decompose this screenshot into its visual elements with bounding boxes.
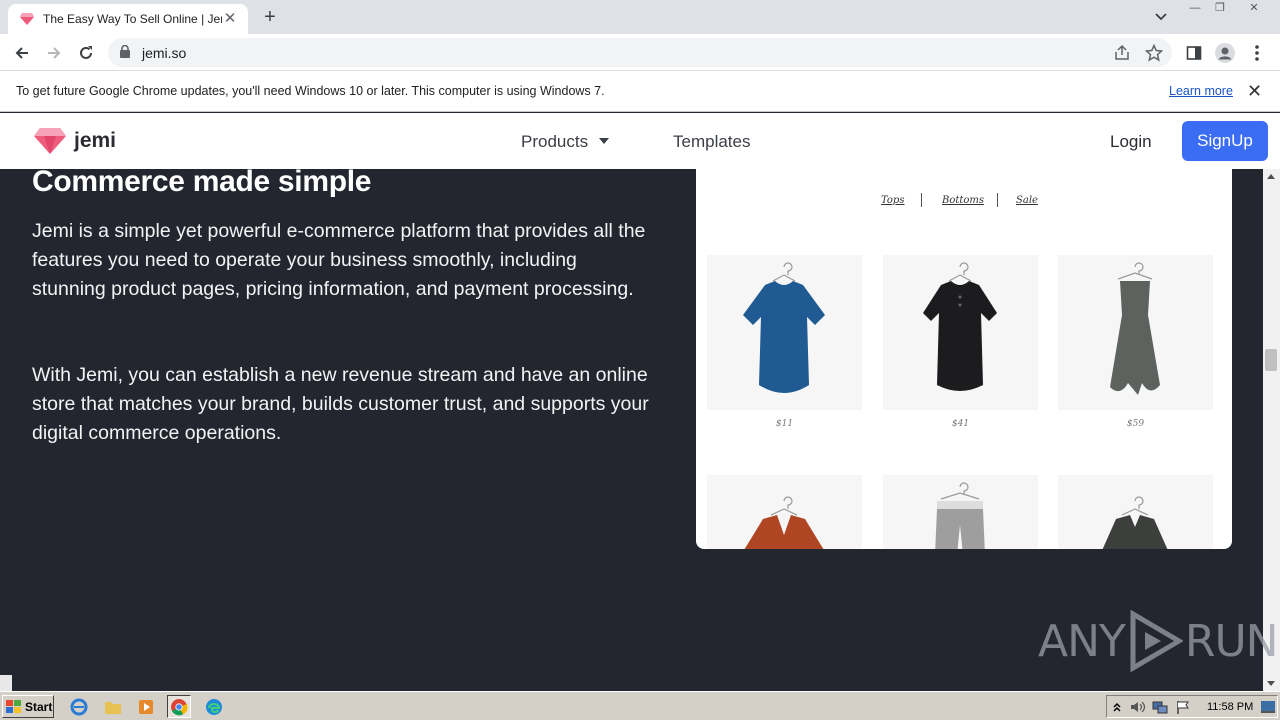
- login-link[interactable]: Login: [1110, 132, 1152, 152]
- hero-heading: Commerce made simple: [32, 165, 372, 198]
- back-button[interactable]: [9, 40, 35, 66]
- volume-icon[interactable]: [1130, 700, 1146, 714]
- dark-jacket-icon: [1102, 496, 1168, 549]
- window-close-button[interactable]: ✕: [1242, 0, 1266, 18]
- taskbar-chrome[interactable]: [167, 695, 191, 718]
- maximize-button[interactable]: ❐: [1208, 0, 1232, 18]
- taskbar-explorer[interactable]: [101, 695, 125, 718]
- product-card-grey-pants: [883, 475, 1038, 549]
- page-corner-fragment: [0, 675, 12, 691]
- product-card-dark-jacket: [1058, 475, 1213, 549]
- forward-button[interactable]: [41, 40, 67, 66]
- scroll-down-arrow-icon[interactable]: [1267, 681, 1275, 686]
- jemi-logo-text[interactable]: jemi: [74, 129, 116, 153]
- products-caret-icon[interactable]: [599, 138, 609, 144]
- reload-icon: [80, 46, 92, 59]
- hero-paragraph-2: With Jemi, you can establish a new reven…: [32, 364, 649, 444]
- store-preview-image: Tops Bottoms Sale $11 $41 $59: [696, 169, 1232, 549]
- infobar-close-icon[interactable]: ✕: [1247, 81, 1262, 101]
- watermark-text-right: RUN: [1184, 615, 1279, 667]
- preview-nav-sale: Sale: [1016, 195, 1038, 206]
- chrome-icon: [171, 698, 188, 715]
- url-text: jemi.so: [142, 45, 187, 61]
- windows-logo-icon: [6, 699, 21, 713]
- network-icon[interactable]: [1152, 700, 1168, 714]
- share-icon[interactable]: [1113, 44, 1131, 62]
- watermark-text-left: ANY: [1038, 615, 1126, 667]
- new-tab-button[interactable]: +: [258, 6, 282, 30]
- product-price: $41: [951, 419, 970, 429]
- preview-nav-divider: [997, 193, 998, 207]
- jemi-favicon-icon: [20, 13, 34, 25]
- edge-icon: [206, 698, 222, 715]
- forward-arrow-icon: [48, 47, 61, 59]
- back-arrow-icon: [15, 47, 28, 59]
- system-tray: 11:58 PM: [1106, 695, 1278, 718]
- nav-templates[interactable]: Templates: [673, 132, 750, 152]
- rust-blouse-icon: [744, 496, 824, 549]
- scrollbar-thumb[interactable]: [1265, 349, 1277, 371]
- infobar-message: To get future Google Chrome updates, you…: [16, 84, 605, 98]
- tab-title: The Easy Way To Sell Online | Jemi: [43, 12, 222, 26]
- bookmark-star-icon[interactable]: [1145, 44, 1163, 62]
- kebab-menu-icon: [1255, 45, 1259, 61]
- side-panel-button[interactable]: [1183, 42, 1205, 64]
- site-header: jemi Products Templates Login SignUp: [0, 113, 1280, 169]
- hero-paragraph-1: Jemi is a simple yet powerful e-commerce…: [32, 220, 646, 300]
- scroll-up-arrow-icon[interactable]: [1267, 174, 1275, 179]
- taskbar-edge[interactable]: [202, 695, 226, 718]
- taskbar-ie[interactable]: [67, 695, 91, 718]
- grey-dress-icon: [1110, 262, 1160, 395]
- product-card-black-top: [883, 255, 1038, 410]
- product-price: $11: [775, 419, 794, 429]
- play-triangle-icon: [1130, 610, 1183, 672]
- jemi-logo-gem-icon[interactable]: [34, 128, 66, 154]
- black-blouse-icon: [923, 262, 997, 391]
- nav-products[interactable]: Products: [521, 132, 588, 152]
- side-panel-icon: [1186, 46, 1202, 60]
- tray-expand-icon[interactable]: [1112, 700, 1122, 714]
- profile-avatar-icon: [1215, 43, 1235, 63]
- product-price: $59: [1126, 419, 1145, 429]
- tab-strip: The Easy Way To Sell Online | Jemi ✕ + —…: [0, 0, 1280, 34]
- taskbar-clock[interactable]: 11:58 PM: [1207, 701, 1253, 713]
- start-label: Start: [25, 699, 53, 714]
- learn-more-link[interactable]: Learn more: [1169, 84, 1233, 98]
- menu-button[interactable]: [1246, 42, 1268, 64]
- tab-search-chevron-icon[interactable]: [1151, 8, 1171, 26]
- taskbar-media[interactable]: [134, 695, 158, 718]
- start-button[interactable]: Start: [2, 695, 54, 718]
- signup-button[interactable]: SignUp: [1182, 121, 1268, 161]
- grey-trousers-icon: [935, 482, 985, 549]
- windows-taskbar: Start 11:58 PM: [0, 691, 1280, 720]
- preview-nav-divider: [921, 193, 922, 207]
- profile-button[interactable]: [1214, 42, 1236, 64]
- minimize-button[interactable]: —: [1183, 0, 1207, 18]
- media-player-icon: [139, 699, 153, 714]
- preview-nav-bottoms: Bottoms: [942, 195, 985, 206]
- preview-nav-tops: Tops: [881, 195, 905, 206]
- browser-tab[interactable]: The Easy Way To Sell Online | Jemi ✕: [8, 4, 248, 34]
- show-desktop-icon[interactable]: [1261, 701, 1275, 713]
- reload-button[interactable]: [73, 40, 99, 66]
- tab-close-icon[interactable]: ✕: [222, 11, 238, 27]
- folder-icon: [105, 701, 121, 714]
- product-card-rust-top: [707, 475, 862, 549]
- update-infobar: To get future Google Chrome updates, you…: [0, 71, 1280, 112]
- blue-blouse-icon: [743, 262, 825, 393]
- anyrun-watermark: ANY RUN: [1038, 608, 1279, 674]
- lock-icon: [120, 45, 130, 58]
- address-bar[interactable]: jemi.so: [108, 38, 1172, 67]
- internet-explorer-icon: [70, 698, 88, 715]
- product-card-blue-top: [707, 255, 862, 410]
- product-card-grey-dress: [1058, 255, 1213, 410]
- action-center-flag-icon[interactable]: [1176, 700, 1190, 714]
- browser-toolbar: jemi.so: [0, 34, 1280, 71]
